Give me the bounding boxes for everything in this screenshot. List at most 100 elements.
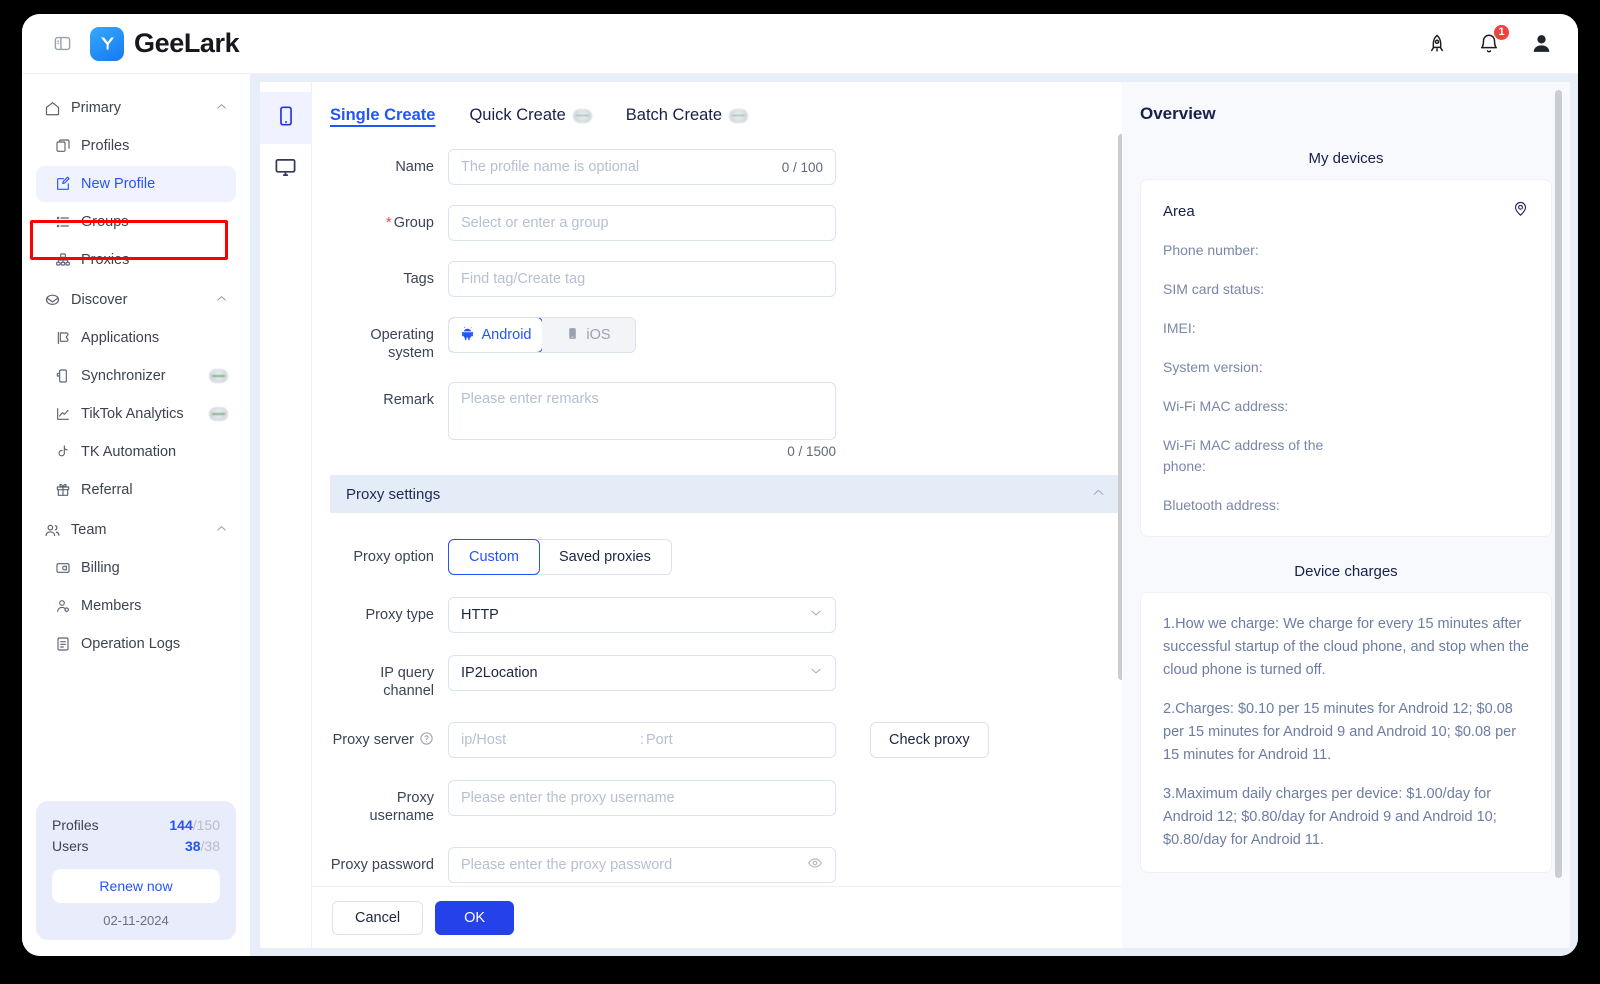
- question-circle-icon[interactable]: [419, 731, 434, 746]
- proxy-settings-section-header[interactable]: Proxy settings: [330, 475, 1122, 513]
- field-operating-system: Operating system Android iOS: [312, 317, 1122, 362]
- proxy-type-select[interactable]: HTTP: [448, 597, 836, 633]
- proxy-server-hostport: :: [461, 732, 823, 748]
- quota-profiles-label: Profiles: [52, 817, 99, 833]
- tab-single-create[interactable]: Single Create: [330, 106, 435, 129]
- new-profile-form-card: Single Create Quick Create Batch Create: [259, 82, 1122, 948]
- proxy-host-input[interactable]: [461, 732, 638, 748]
- area-label: Area: [1163, 202, 1195, 220]
- device-field-imei: IMEI:: [1163, 320, 1196, 336]
- renew-now-button[interactable]: Renew now: [52, 869, 220, 903]
- proxies-icon: [54, 252, 71, 269]
- overview-panel: Overview My devices Area Phone number: S…: [1122, 82, 1570, 948]
- form-footer: Cancel OK: [312, 886, 1122, 948]
- sidebar-item-label: Applications: [81, 330, 160, 346]
- tab-quick-create[interactable]: Quick Create: [469, 106, 592, 129]
- sidebar-item-profiles[interactable]: Profiles: [36, 128, 236, 164]
- proxy-password-input-shell[interactable]: [448, 847, 836, 883]
- phone-icon: [275, 105, 297, 132]
- tiktok-icon: [54, 444, 71, 461]
- ok-button[interactable]: OK: [435, 900, 515, 935]
- overview-scrollbar[interactable]: [1555, 90, 1562, 878]
- chevron-up-icon[interactable]: [1091, 485, 1106, 504]
- remark-textarea[interactable]: [461, 391, 823, 431]
- my-devices-card: Area Phone number: SIM card status: IMEI…: [1140, 179, 1552, 537]
- tab-label: Quick Create: [469, 106, 566, 124]
- os-option-ios[interactable]: iOS: [542, 318, 635, 352]
- quota-users-value: 38/38: [185, 836, 220, 857]
- sidebar-group-primary[interactable]: Primary: [36, 90, 236, 126]
- sidebar-item-label: Operation Logs: [81, 636, 181, 652]
- quota-card: Profiles 144/150 Users 38/38 Renew now 0…: [36, 801, 236, 940]
- os-option-android[interactable]: Android: [449, 318, 543, 352]
- proxy-password-label: Proxy password: [330, 857, 434, 873]
- sidebar-item-label: Profiles: [81, 138, 130, 154]
- name-input-shell[interactable]: 0 / 100: [448, 149, 836, 185]
- proxy-option-custom[interactable]: Custom: [448, 539, 540, 575]
- sidebar-item-operation-logs[interactable]: Operation Logs: [36, 626, 236, 662]
- tab-badge: [572, 108, 592, 123]
- sidebar-group-team[interactable]: Team: [36, 512, 236, 548]
- quota-users-used: 38: [184, 838, 201, 854]
- sidebar-item-proxies[interactable]: Proxies: [36, 242, 236, 278]
- bell-icon[interactable]: 1: [1474, 23, 1510, 59]
- quota-profiles-total: /150: [192, 817, 220, 833]
- proxy-server-input-shell[interactable]: :: [448, 722, 836, 758]
- device-field-sim-card-status: SIM card status:: [1163, 281, 1265, 297]
- sidebar-item-tiktok-analytics[interactable]: TikTok Analytics: [36, 396, 236, 432]
- remark-textarea-shell[interactable]: [448, 382, 836, 440]
- check-proxy-button[interactable]: Check proxy: [870, 722, 989, 758]
- sidebar-item-referral[interactable]: Referral: [36, 472, 236, 508]
- device-field-bluetooth-address: Bluetooth address:: [1163, 497, 1280, 513]
- sidebar-item-tk-automation[interactable]: TK Automation: [36, 434, 236, 470]
- content-area: Single Create Quick Create Batch Create: [250, 74, 1578, 956]
- user-avatar-icon[interactable]: [1526, 29, 1556, 59]
- sidebar-item-billing[interactable]: Billing: [36, 550, 236, 586]
- sidebar-group-discover[interactable]: Discover: [36, 282, 236, 318]
- device-field-system-version: System version:: [1163, 359, 1263, 375]
- name-label: Name: [395, 159, 434, 175]
- proxy-password-input[interactable]: [461, 857, 807, 873]
- analytics-icon: [54, 406, 71, 423]
- rail-item-desktop[interactable]: [260, 144, 312, 196]
- charges-paragraph-2: 2.Charges: $0.10 per 15 minutes for Andr…: [1163, 701, 1517, 763]
- app-window: GeeLark 1 Primary Profiles New Profile G…: [22, 14, 1578, 956]
- rocket-icon[interactable]: [1422, 29, 1452, 59]
- sidebar-item-groups[interactable]: Groups: [36, 204, 236, 240]
- sidebar-item-members[interactable]: Members: [36, 588, 236, 624]
- applications-icon: [54, 330, 71, 347]
- proxy-username-input-shell[interactable]: [448, 780, 836, 816]
- gift-icon: [54, 482, 71, 499]
- field-proxy-password: Proxy password: [312, 847, 1122, 883]
- tags-input[interactable]: [461, 271, 823, 287]
- group-input[interactable]: [461, 215, 823, 231]
- sidebar-item-synchronizer[interactable]: Synchronizer: [36, 358, 236, 394]
- proxy-option-label: Proxy option: [353, 549, 434, 565]
- chevron-up-icon: [215, 522, 228, 539]
- location-pin-icon[interactable]: [1512, 200, 1529, 222]
- os-option-label: Android: [481, 327, 532, 343]
- chevron-down-icon: [809, 664, 823, 682]
- billing-icon: [54, 560, 71, 577]
- sidebar-group-label: Team: [71, 522, 107, 538]
- eye-icon[interactable]: [807, 855, 823, 876]
- field-proxy-type: Proxy type HTTP: [312, 597, 1122, 633]
- ip-query-channel-select[interactable]: IP2Location: [448, 655, 836, 691]
- sidebar-item-badge: [209, 407, 228, 421]
- group-input-shell[interactable]: [448, 205, 836, 241]
- proxy-option-saved-proxies[interactable]: Saved proxies: [539, 540, 671, 574]
- chevron-up-icon: [215, 100, 228, 117]
- proxy-port-input[interactable]: [646, 732, 823, 748]
- tab-batch-create[interactable]: Batch Create: [626, 106, 749, 129]
- new-profile-icon: [54, 176, 71, 193]
- sidebar-item-applications[interactable]: Applications: [36, 320, 236, 356]
- rail-item-phone[interactable]: [259, 92, 312, 144]
- field-remark: Remark 0 / 1500: [312, 382, 1122, 459]
- cancel-button[interactable]: Cancel: [332, 900, 424, 935]
- proxy-username-input[interactable]: [461, 790, 823, 806]
- sidebar-item-new-profile[interactable]: New Profile: [36, 166, 236, 202]
- apple-device-icon: [566, 327, 579, 344]
- panel-toggle-icon[interactable]: [50, 32, 74, 56]
- tags-input-shell[interactable]: [448, 261, 836, 297]
- name-input[interactable]: [461, 159, 774, 175]
